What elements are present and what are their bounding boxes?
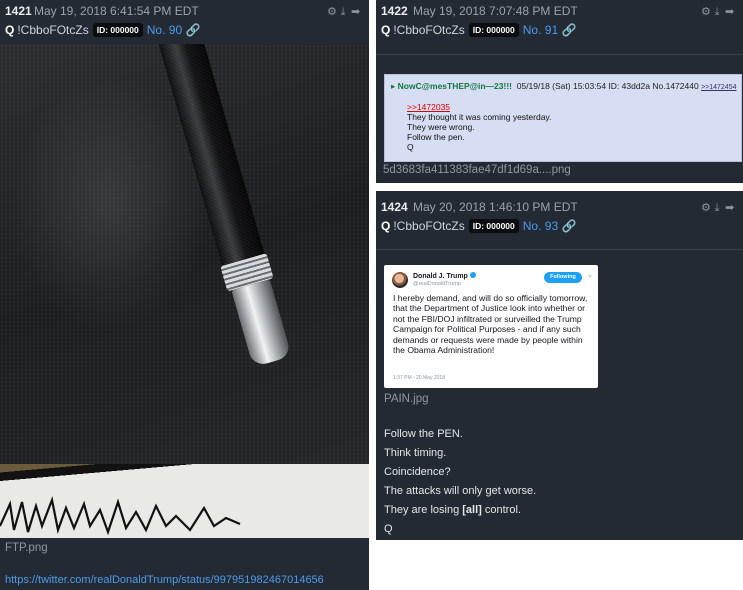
screenshot-header: ▸ NowC@mesTHEP@in—23!!! 05/19/18 (Sat) 1… [391,81,737,92]
quote-reference: >>1472035 [407,102,451,112]
body-line: They are losing [all] control. [384,501,536,520]
screenshot-reply-link: >>1472454 [701,84,737,91]
author-line: Q !CbboFOtcZs ID: 000000 No. 91 🔗 [381,23,576,37]
post-tools: ⚙⤓ ➡ [327,5,363,19]
header-divider [376,54,743,55]
tripcode: !CbboFOtcZs [393,23,465,37]
post-header: 1424 May 20, 2018 1:46:10 PM EDT ⚙⤓ ➡ Q !C… [376,196,743,242]
id-badge: ID: 000000 [468,219,519,233]
download-icon[interactable]: ⤓ [713,6,725,19]
screenshot-line: Follow the pen. [407,132,465,142]
download-icon[interactable]: ⤓ [339,6,351,19]
post-header: 1421 May 19, 2018 6:41:54 PM EDT ⚙⤓ ➡ Q !C… [0,0,369,46]
attachment-filename[interactable]: PAIN.jpg [384,393,429,405]
screenshot-line: They thought it was coming yesterday. [407,112,552,122]
share-icon[interactable]: ⚙ [327,5,339,18]
avatar [392,272,408,288]
chevron-down-icon: ⌄ [587,272,593,279]
following-button: Following [544,272,582,283]
author-name: Q [381,219,391,233]
post-tools: ⚙⤓ ➡ [701,201,737,215]
author-name: Q [381,23,391,37]
screenshot-line: They were wrong. [407,122,475,132]
tweet-screenshot[interactable]: Donald J. Trump @realDonaldTrump Followi… [384,265,598,388]
body-line: Coincidence? [384,466,451,478]
body-line: Follow the PEN. [384,428,463,440]
screenshot-body: >>1472035 They thought it was coming yes… [407,102,551,152]
body-line: The attacks will only get worse. [384,485,537,497]
attachment-filename[interactable]: 5d3683fa411383fae47df1d69a....png [383,164,571,176]
post-number: 1421 [5,4,32,18]
tweet-time: 1:37 PM - 20 May 2018 [393,375,445,381]
pen-photo[interactable] [0,44,369,538]
id-badge: ID: 000000 [468,23,519,37]
signature-scribble [0,496,241,536]
signature: Q [384,523,393,535]
author-line: Q !CbboFOtcZs ID: 000000 No. 93 🔗 [381,219,576,233]
post-arrow-icon: ▸ [391,81,396,91]
arrow-right-icon[interactable]: ➡ [725,201,737,214]
header-divider [376,249,743,250]
arrow-right-icon[interactable]: ➡ [351,5,363,18]
tweet-author-name: Donald J. Trump [413,272,476,280]
tweet-link[interactable]: https://twitter.com/realDonaldTrump/stat… [5,574,324,586]
post-date: May 19, 2018 6:41:54 PM EDT [34,4,199,18]
post-body: Follow the PEN. Think timing. Coincidenc… [384,425,536,539]
post-number: 1424 [381,200,408,214]
screenshot-meta: 05/19/18 (Sat) 15:03:54 ID: 43dd2a No.14… [516,81,699,91]
chan-post-screenshot[interactable]: ▸ NowC@mesTHEP@in—23!!! 05/19/18 (Sat) 1… [384,74,742,162]
screenshot-line: Q [407,142,414,152]
post-no-link[interactable]: No. 90 [147,23,182,37]
link-icon[interactable]: 🔗 [185,23,200,37]
tweet-handle: @realDonaldTrump [413,281,461,287]
post-date: May 19, 2018 7:07:48 PM EDT [413,4,578,18]
post-no-link[interactable]: No. 91 [523,23,558,37]
tweet-text: I hereby demand, and will do so official… [393,293,588,356]
tripcode: !CbboFOtcZs [393,219,465,233]
verified-icon [469,272,476,278]
tweet-author-label: Donald J. Trump [413,273,468,280]
post-tools: ⚙⤓ ➡ [701,5,737,19]
author-line: Q !CbboFOtcZs ID: 000000 No. 90 🔗 [5,23,200,37]
body-line-part: control. [481,504,521,516]
id-badge: ID: 000000 [92,23,143,37]
attachment-filename[interactable]: FTP.png [5,542,48,554]
screenshot-poster-name: NowC@mesTHEP@in—23!!! [397,81,512,91]
link-icon[interactable]: 🔗 [561,219,576,233]
share-icon[interactable]: ⚙ [701,5,713,18]
tripcode: !CbboFOtcZs [17,23,89,37]
download-icon[interactable]: ⤓ [713,202,725,215]
link-icon[interactable]: 🔗 [561,23,576,37]
share-icon[interactable]: ⚙ [701,201,713,214]
post-1421: 1421 May 19, 2018 6:41:54 PM EDT ⚙⤓ ➡ Q !C… [0,0,369,590]
post-header: 1422 May 19, 2018 7:07:48 PM EDT ⚙⤓ ➡ Q !C… [376,0,743,46]
body-line-bold: [all] [462,504,482,516]
post-number: 1422 [381,4,408,18]
body-line-part: They are losing [384,504,463,516]
post-date: May 20, 2018 1:46:10 PM EDT [413,200,578,214]
post-no-link[interactable]: No. 93 [523,219,558,233]
author-name: Q [5,23,15,37]
body-line: Think timing. [384,447,447,459]
arrow-right-icon[interactable]: ➡ [725,5,737,18]
